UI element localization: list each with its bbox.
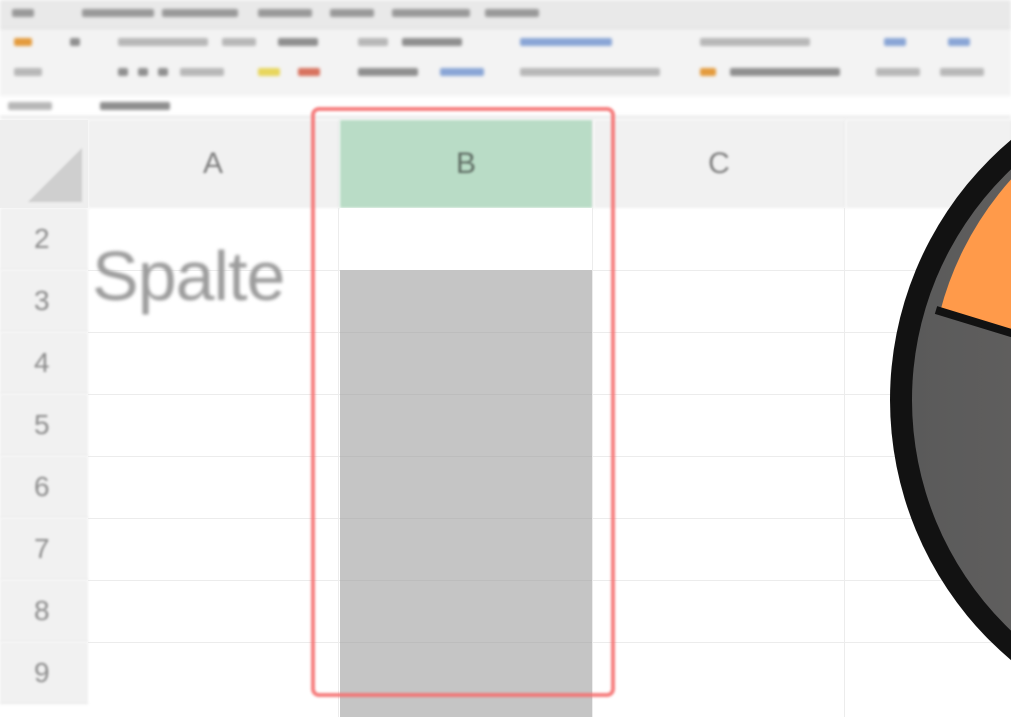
merge-button[interactable] [520, 68, 660, 76]
toolbar-control[interactable] [402, 38, 462, 46]
menu-item[interactable] [12, 9, 34, 17]
menu-item[interactable] [258, 9, 312, 17]
grid-line [844, 208, 845, 717]
menu-item[interactable] [485, 9, 539, 17]
menu-item[interactable] [330, 9, 374, 17]
ribbon-row-1 [0, 38, 1011, 60]
number-format-select[interactable] [700, 38, 810, 46]
currency-button[interactable] [700, 68, 716, 76]
align-button[interactable] [358, 68, 418, 76]
menu-bar [0, 0, 1011, 29]
name-box[interactable] [8, 102, 52, 110]
select-all-corner[interactable] [0, 120, 88, 208]
toolbar-label [940, 68, 984, 76]
column-header-a[interactable]: A [88, 120, 339, 208]
pie-divider [934, 306, 1011, 338]
formula-icons[interactable] [100, 102, 170, 110]
wrap-text-button[interactable] [520, 38, 612, 46]
indent-button[interactable] [440, 68, 484, 76]
toolbar-control[interactable] [358, 38, 388, 46]
menu-item[interactable] [82, 9, 154, 17]
cell-a2-text[interactable]: Spalte [92, 236, 285, 316]
row-header-8[interactable]: 8 [0, 580, 88, 642]
column-highlight-frame [311, 107, 615, 697]
row-header-5[interactable]: 5 [0, 394, 88, 456]
row-header-6[interactable]: 6 [0, 456, 88, 518]
column-header-d[interactable] [846, 120, 1011, 208]
font-name-select[interactable] [118, 38, 208, 46]
row-header-3[interactable]: 3 [0, 270, 88, 332]
ribbon-row-2 [0, 68, 1011, 90]
menu-item[interactable] [162, 9, 238, 17]
font-size-select[interactable] [222, 38, 256, 46]
underline-button[interactable] [158, 68, 168, 76]
toolbar-control[interactable] [70, 38, 80, 46]
conditional-format-icon[interactable] [884, 38, 906, 46]
format-table-icon[interactable] [948, 38, 970, 46]
row-header-9[interactable]: 9 [0, 642, 88, 704]
row-header-2[interactable]: 2 [0, 208, 88, 270]
toolbar-control[interactable] [14, 68, 42, 76]
column-header-c[interactable]: C [594, 120, 845, 208]
fill-color-button[interactable] [258, 68, 280, 76]
row-header-4[interactable]: 4 [0, 332, 88, 394]
menu-item[interactable] [392, 9, 470, 17]
number-button[interactable] [730, 68, 840, 76]
italic-button[interactable] [138, 68, 148, 76]
toolbar-label [876, 68, 920, 76]
paste-icon[interactable] [14, 38, 32, 46]
border-button[interactable] [180, 68, 224, 76]
ribbon [0, 0, 1011, 120]
toolbar-control[interactable] [278, 38, 318, 46]
row-header-7[interactable]: 7 [0, 518, 88, 580]
bold-button[interactable] [118, 68, 128, 76]
select-all-corner-icon [28, 148, 82, 202]
font-color-button[interactable] [298, 68, 320, 76]
